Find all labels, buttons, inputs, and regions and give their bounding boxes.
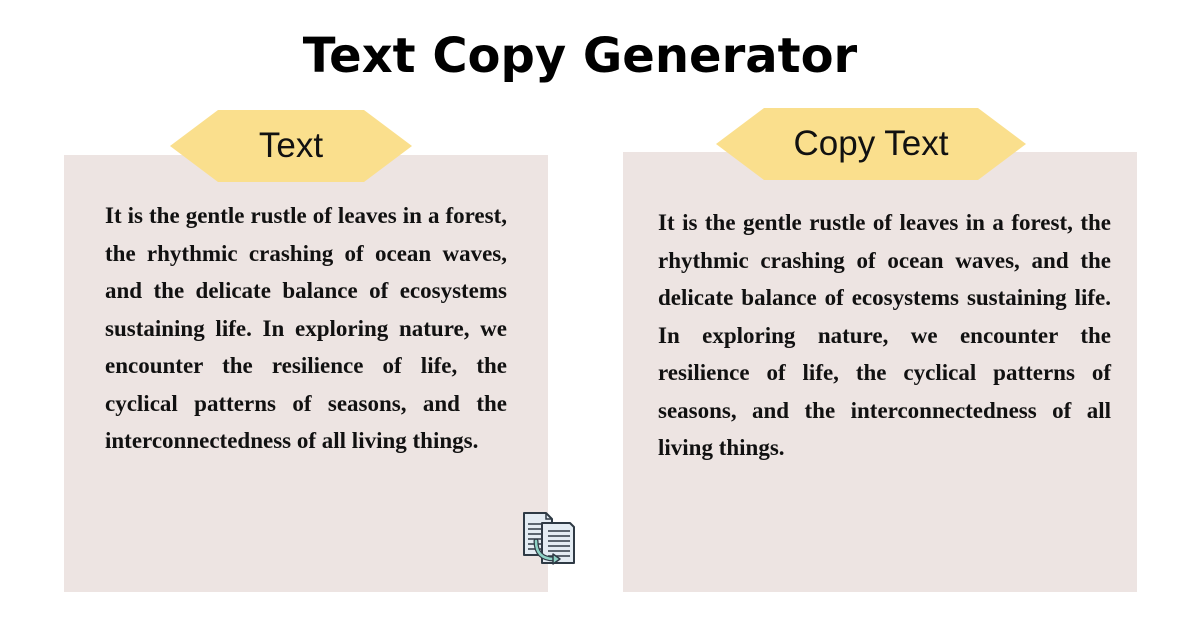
source-text-body: It is the gentle rustle of leaves in a f… [105, 203, 507, 453]
copy-text-label: Copy Text [793, 124, 949, 163]
source-text-label-tag: Text [170, 110, 412, 182]
source-text-panel: It is the gentle rustle of leaves in a f… [64, 155, 548, 592]
copy-documents-icon[interactable] [518, 509, 578, 567]
copy-text-body: It is the gentle rustle of leaves in a f… [658, 210, 1111, 460]
copy-text-panel: It is the gentle rustle of leaves in a f… [623, 152, 1137, 592]
copy-text-label-tag: Copy Text [716, 108, 1026, 180]
page-title: Text Copy Generator [302, 28, 858, 84]
source-text-label: Text [258, 126, 324, 165]
